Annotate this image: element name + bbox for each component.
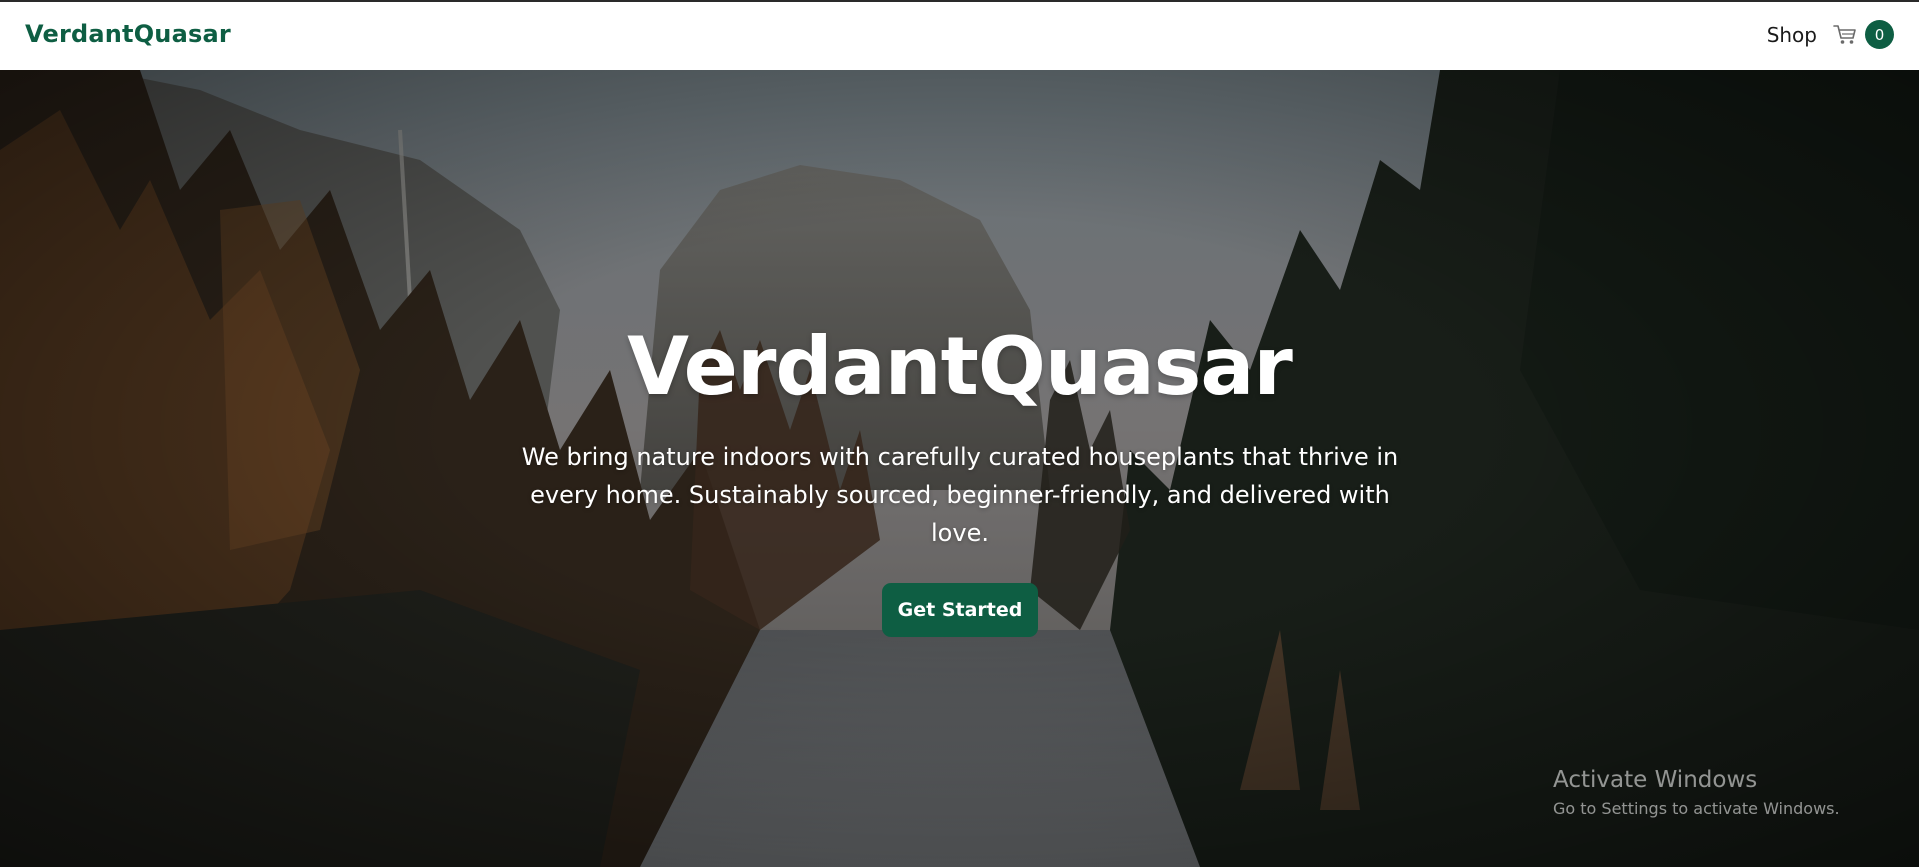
hero-description: We bring nature indoors with carefully c… bbox=[521, 443, 1399, 547]
windows-activation-watermark: Activate Windows Go to Settings to activ… bbox=[1553, 767, 1840, 818]
hero-section: VerdantQuasar We bring nature indoors wi… bbox=[0, 70, 1919, 867]
cart-count-badge: 0 bbox=[1865, 20, 1894, 49]
cart-icon bbox=[1833, 24, 1857, 46]
shop-link[interactable]: Shop bbox=[1767, 23, 1817, 47]
watermark-title: Activate Windows bbox=[1553, 767, 1758, 793]
brand-logo[interactable]: VerdantQuasar bbox=[25, 20, 231, 48]
hero-title: VerdantQuasar bbox=[627, 320, 1293, 413]
watermark-subtitle: Go to Settings to activate Windows. bbox=[1553, 799, 1840, 818]
cart-button[interactable]: 0 bbox=[1833, 20, 1894, 49]
navbar: VerdantQuasar Shop 0 bbox=[0, 2, 1919, 70]
get-started-button[interactable]: Get Started bbox=[882, 583, 1038, 637]
nav-actions: Shop 0 bbox=[1767, 20, 1894, 49]
